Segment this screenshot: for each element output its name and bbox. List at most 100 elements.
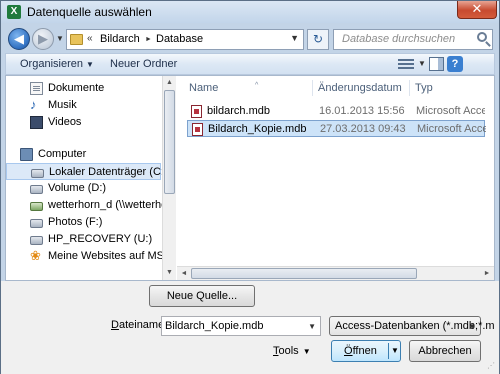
navigation-pane: Dokumente ♪ Musik Videos Computer Lokale…: [6, 76, 176, 280]
nav-item-label: Dokumente: [48, 82, 105, 94]
tools-button[interactable]: Tools ▼: [273, 345, 311, 357]
scrollbar-thumb[interactable]: [191, 268, 417, 279]
scroll-up-icon[interactable]: ▲: [163, 76, 176, 90]
cancel-button[interactable]: Abbrechen: [409, 340, 481, 362]
search-placeholder: Database durchsuchen: [342, 33, 456, 45]
dialog-footer: Neue Quelle... Dateiname: Bildarch_Kopie…: [1, 281, 499, 374]
sort-caret-icon: ^: [255, 82, 259, 89]
preview-pane-icon[interactable]: [429, 57, 444, 71]
nav-item-videos[interactable]: Videos: [6, 114, 161, 131]
file-name: bildarch.mdb: [207, 105, 270, 117]
organize-label: Organisieren: [20, 58, 83, 70]
window-title: Datenquelle auswählen: [27, 5, 152, 19]
access-file-icon: [192, 123, 203, 136]
file-date: 27.03.2013 09:43: [320, 123, 406, 135]
new-source-button[interactable]: Neue Quelle...: [149, 285, 255, 307]
scrollbar-thumb[interactable]: [164, 90, 175, 194]
nav-item-label: Lokaler Datenträger (C:): [49, 166, 168, 178]
nav-item-label: HP_RECOVERY (U:): [48, 233, 153, 245]
column-divider[interactable]: [312, 80, 313, 96]
forward-button[interactable]: ▶: [32, 28, 54, 50]
close-button[interactable]: ✕: [457, 1, 497, 19]
nav-item-label: Musik: [48, 99, 77, 111]
drive-icon: [31, 169, 44, 178]
search-icon[interactable]: [477, 32, 487, 42]
address-bar[interactable]: « Bildarch ► Database ▼: [66, 29, 304, 50]
file-list: Name ^ Änderungsdatum Typ bildarch.mdb 16…: [177, 76, 494, 280]
nav-item-label: Meine Websites auf MSN: [48, 250, 172, 262]
open-label: Öffnen: [344, 341, 377, 361]
file-row[interactable]: Bildarch_Kopie.mdb 27.03.2013 09:43 Micr…: [187, 120, 486, 137]
nav-item-label: Photos (F:): [48, 216, 103, 228]
help-icon[interactable]: ?: [447, 56, 463, 72]
nav-item-hp-recovery-u[interactable]: HP_RECOVERY (U:): [6, 231, 161, 248]
browser-content: Dokumente ♪ Musik Videos Computer Lokale…: [5, 75, 495, 281]
new-folder-button[interactable]: Neuer Ordner: [110, 58, 177, 70]
filename-field[interactable]: Bildarch_Kopie.mdb ▼: [161, 316, 321, 336]
videos-icon: [30, 116, 43, 129]
open-dropdown-icon[interactable]: ▼: [391, 341, 399, 361]
nav-item-local-disk-c[interactable]: Lokaler Datenträger (C:): [6, 163, 168, 180]
organize-button[interactable]: Organisieren ▼: [20, 58, 94, 70]
chevron-down-icon: ▼: [468, 322, 476, 331]
view-options-icon[interactable]: [398, 57, 414, 71]
search-input[interactable]: Database durchsuchen: [333, 29, 493, 50]
scroll-right-icon[interactable]: ►: [480, 267, 494, 280]
breadcrumb-item-bildarch[interactable]: Bildarch: [100, 33, 140, 45]
excel-app-icon: X: [7, 5, 21, 19]
chevron-down-icon: ▼: [85, 60, 94, 69]
column-header-name[interactable]: Name ^: [189, 82, 258, 94]
nav-item-photos-f[interactable]: Photos (F:): [6, 214, 161, 231]
breadcrumb-item-database[interactable]: Database: [156, 33, 203, 45]
refresh-button[interactable]: ↻: [307, 29, 329, 50]
recent-locations-dropdown-icon[interactable]: ▼: [56, 34, 64, 43]
column-header-label: Name: [189, 82, 219, 94]
nav-item-documents[interactable]: Dokumente: [6, 80, 161, 97]
column-divider[interactable]: [409, 80, 410, 96]
address-dropdown-icon[interactable]: ▼: [290, 33, 299, 43]
filename-value: Bildarch_Kopie.mdb: [165, 320, 264, 332]
open-button[interactable]: Öffnen ▼: [331, 340, 401, 362]
nav-item-volume-d[interactable]: Volume (D:): [6, 180, 161, 197]
folder-icon: [70, 34, 83, 45]
chevron-down-icon[interactable]: ▼: [308, 322, 316, 331]
split-divider: [388, 343, 389, 359]
file-name: Bildarch_Kopie.mdb: [208, 123, 307, 135]
nav-item-msn-websites[interactable]: ❀ Meine Websites auf MSN: [6, 248, 172, 265]
nav-item-network-drive[interactable]: wetterhorn_d (\\wetterhor: [6, 197, 171, 214]
scroll-left-icon[interactable]: ◄: [177, 267, 191, 280]
file-list-scrollbar[interactable]: ◄ ►: [177, 266, 494, 280]
navigation-bar: ◀ ▶ ▼ « Bildarch ► Database ▼ ↻ Database…: [1, 23, 499, 53]
drive-icon: [30, 236, 43, 245]
chevron-down-icon: ▼: [302, 347, 311, 356]
column-header-date[interactable]: Änderungsdatum: [318, 82, 402, 94]
documents-icon: [30, 82, 43, 95]
breadcrumb-overflow[interactable]: «: [87, 33, 93, 44]
network-drive-icon: [30, 202, 43, 211]
nav-item-label: Volume (D:): [48, 182, 107, 194]
file-type-select[interactable]: Access-Datenbanken (*.mdb;*.m ▼: [329, 316, 495, 336]
file-date: 16.01.2013 15:56: [319, 105, 405, 117]
drive-icon: [30, 219, 43, 228]
command-toolbar: Organisieren ▼ Neuer Ordner ▼ ?: [5, 53, 495, 75]
file-row[interactable]: bildarch.mdb 16.01.2013 15:56 Microsoft …: [187, 103, 485, 120]
computer-icon: [20, 148, 33, 161]
msn-icon: ❀: [30, 248, 41, 263]
back-button[interactable]: ◀: [8, 28, 30, 50]
drive-icon: [30, 185, 43, 194]
dialog-window: X Datenquelle auswählen ✕ ◀ ▶ ▼ « Bildar…: [0, 0, 500, 374]
nav-item-computer[interactable]: Computer: [6, 146, 161, 163]
nav-item-music[interactable]: ♪ Musik: [6, 97, 161, 114]
breadcrumb-separator-icon[interactable]: ►: [145, 36, 152, 43]
resize-grip-icon[interactable]: ⋰: [487, 362, 497, 372]
scroll-down-icon[interactable]: ▼: [163, 266, 176, 280]
nav-item-label: wetterhorn_d (\\wetterhor: [48, 199, 171, 211]
file-type: Microsoft Access ...: [417, 123, 486, 135]
open-label-text: ffnen: [352, 345, 377, 357]
nav-pane-scrollbar[interactable]: ▲ ▼: [162, 76, 176, 280]
tools-label-text: ools: [278, 345, 299, 357]
file-type: Microsoft Access ...: [416, 105, 485, 117]
column-header-type[interactable]: Typ: [415, 82, 433, 94]
nav-item-label: Videos: [48, 116, 82, 128]
view-dropdown-icon[interactable]: ▼: [418, 59, 426, 68]
